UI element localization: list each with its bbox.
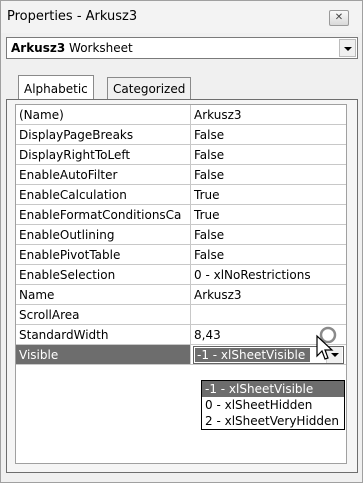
- busy-ring-icon: [319, 326, 337, 344]
- property-row[interactable]: (Name) Arkusz3: [16, 105, 346, 125]
- visible-selected-value: -1 - xlSheetVisible: [195, 348, 310, 362]
- property-value[interactable]: [192, 305, 346, 324]
- properties-window: Properties - Arkusz3 ✕ Arkusz3 Worksheet…: [0, 0, 363, 483]
- property-name: DisplayRightToLeft: [16, 145, 191, 164]
- property-row[interactable]: EnableSelection 0 - xlNoRestrictions: [16, 265, 346, 285]
- property-grid-frame: (Name) Arkusz3 DisplayPageBreaks False D…: [6, 99, 358, 473]
- property-value[interactable]: 0 - xlNoRestrictions: [192, 265, 346, 284]
- object-type: Worksheet: [69, 41, 133, 55]
- property-row[interactable]: ScrollArea: [16, 305, 346, 325]
- property-row[interactable]: DisplayRightToLeft False: [16, 145, 346, 165]
- property-value[interactable]: True: [192, 185, 346, 204]
- property-name: EnableSelection: [16, 265, 191, 284]
- property-value[interactable]: False: [192, 225, 346, 244]
- property-name: Visible: [16, 345, 191, 364]
- chevron-down-icon[interactable]: [339, 39, 356, 57]
- property-name: StandardWidth: [16, 325, 191, 344]
- tab-categorized[interactable]: Categorized: [107, 77, 192, 101]
- property-name: EnableOutlining: [16, 225, 191, 244]
- property-value[interactable]: False: [192, 165, 346, 184]
- property-row[interactable]: EnableFormatConditionsCa True: [16, 205, 346, 225]
- property-row[interactable]: EnableAutoFilter False: [16, 165, 346, 185]
- property-name: EnableCalculation: [16, 185, 191, 204]
- property-grid: (Name) Arkusz3 DisplayPageBreaks False D…: [15, 104, 347, 464]
- dropdown-option[interactable]: 2 - xlSheetVeryHidden: [202, 413, 344, 429]
- property-row[interactable]: StandardWidth 8,43: [16, 325, 346, 345]
- dropdown-option[interactable]: -1 - xlSheetVisible: [202, 381, 344, 397]
- property-name: (Name): [16, 105, 191, 124]
- property-value[interactable]: True: [192, 205, 346, 224]
- window-title: Properties - Arkusz3: [7, 9, 138, 24]
- property-row[interactable]: EnableOutlining False: [16, 225, 346, 245]
- tab-alphabetic[interactable]: Alphabetic: [18, 75, 94, 101]
- object-selector[interactable]: Arkusz3 Worksheet: [6, 37, 358, 59]
- property-row[interactable]: Name Arkusz3: [16, 285, 346, 305]
- property-name: EnableAutoFilter: [16, 165, 191, 184]
- visible-dropdown-list: -1 - xlSheetVisible 0 - xlSheetHidden 2 …: [201, 380, 345, 430]
- close-x-icon: ✕: [334, 12, 344, 23]
- property-name: ScrollArea: [16, 305, 191, 324]
- property-value[interactable]: Arkusz3: [192, 285, 346, 304]
- property-name: EnableFormatConditionsCa: [16, 205, 191, 224]
- property-value[interactable]: False: [192, 145, 346, 164]
- property-row[interactable]: EnablePivotTable False: [16, 245, 346, 265]
- property-row[interactable]: DisplayPageBreaks False: [16, 125, 346, 145]
- close-button[interactable]: ✕: [329, 10, 349, 26]
- property-name: EnablePivotTable: [16, 245, 191, 264]
- property-value[interactable]: False: [192, 245, 346, 264]
- dropdown-option[interactable]: 0 - xlSheetHidden: [202, 397, 344, 413]
- object-name: Arkusz3: [11, 41, 66, 55]
- property-name: DisplayPageBreaks: [16, 125, 191, 144]
- title-bar[interactable]: Properties - Arkusz3 ✕: [1, 1, 362, 33]
- property-value[interactable]: False: [192, 125, 346, 144]
- arrow-pointer-icon: [316, 334, 334, 360]
- object-selector-text: Arkusz3 Worksheet: [11, 41, 133, 55]
- property-value[interactable]: Arkusz3: [192, 105, 346, 124]
- property-name: Name: [16, 285, 191, 304]
- property-row-selected[interactable]: Visible -1 - xlSheetVisible: [16, 345, 346, 365]
- property-row[interactable]: EnableCalculation True: [16, 185, 346, 205]
- mouse-cursor-icon: [316, 326, 337, 360]
